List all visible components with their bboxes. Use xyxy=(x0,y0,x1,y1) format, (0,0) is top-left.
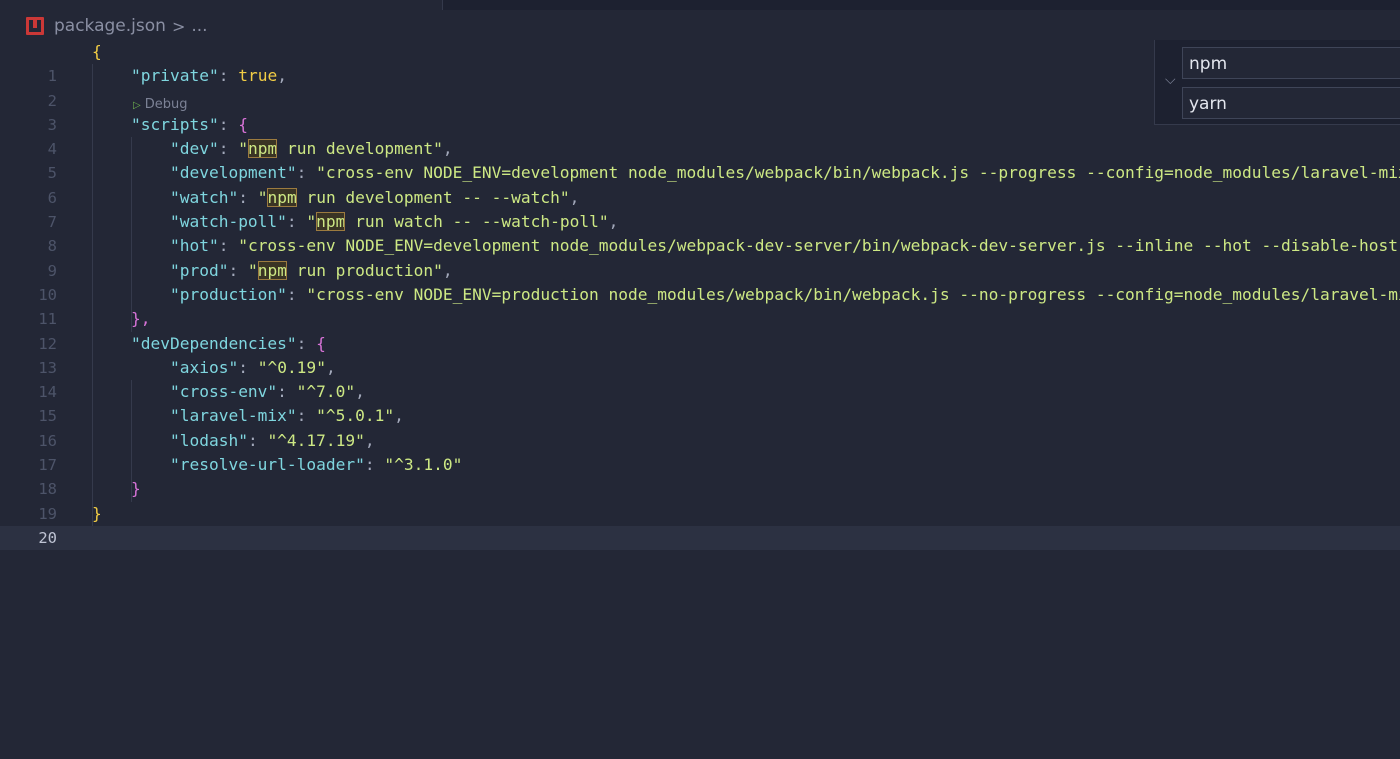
code-line: 16 "lodash": "^4.17.19", xyxy=(0,429,1400,453)
line-content: { xyxy=(92,42,102,61)
tab-strip xyxy=(0,0,1400,10)
line-number: 8 xyxy=(47,237,57,256)
line-number: 15 xyxy=(38,407,57,426)
debug-label: Debug xyxy=(144,96,188,112)
code-line: 9 "prod": "npm run production", xyxy=(0,259,1400,283)
line-number: 9 xyxy=(47,261,57,280)
line-content: "watch": "npm run development -- --watch… xyxy=(169,187,580,207)
code-line: 7 "watch-poll": "npm run watch -- --watc… xyxy=(0,210,1400,234)
line-content: "hot": "cross-env NODE_ENV=development n… xyxy=(169,236,1400,256)
suggestion-widget: ⌵ npm yarn xyxy=(1154,40,1400,125)
chevron-right-icon: > xyxy=(171,16,186,36)
breadcrumb: package.json > ... xyxy=(0,12,1400,40)
play-icon: ▷ xyxy=(133,99,141,111)
code-line: 15 "laravel-mix": "^5.0.1", xyxy=(0,404,1400,428)
breadcrumb-file[interactable]: package.json xyxy=(54,16,166,36)
line-number: 6 xyxy=(47,188,57,207)
line-number: 14 xyxy=(38,383,57,402)
line-content: "lodash": "^4.17.19", xyxy=(169,430,375,450)
code-line: 11 }, xyxy=(0,307,1400,331)
line-number: 17 xyxy=(38,456,57,475)
line-number: 11 xyxy=(38,310,57,329)
line-number: 7 xyxy=(47,213,57,232)
line-content: "development": "cross-env NODE_ENV=devel… xyxy=(169,163,1400,183)
chevron-down-icon[interactable]: ⌵ xyxy=(1165,72,1176,88)
line-content: "watch-poll": "npm run watch -- --watch-… xyxy=(169,212,619,232)
line-number: 10 xyxy=(38,285,57,304)
line-content: "prod": "npm run production", xyxy=(169,260,453,280)
code-line: 10 "production": "cross-env NODE_ENV=pro… xyxy=(0,283,1400,307)
line-content: "resolve-url-loader": "^3.1.0" xyxy=(169,455,463,475)
line-content: "production": "cross-env NODE_ENV=produc… xyxy=(169,284,1400,304)
line-content: } xyxy=(92,503,102,523)
line-content: "scripts": { xyxy=(130,114,248,134)
tab-package-json[interactable] xyxy=(0,0,443,10)
code-line: 19} xyxy=(0,502,1400,526)
line-content: "private": true, xyxy=(130,66,287,86)
line-number: 20 xyxy=(38,528,57,547)
code-editor[interactable]: 1 { 2 "private": true, ▷ Debug 3 "scripts… xyxy=(0,40,1400,759)
code-line: 12 "devDependencies": { xyxy=(0,332,1400,356)
code-line: 18 } xyxy=(0,477,1400,501)
code-line: 13 "axios": "^0.19", xyxy=(0,356,1400,380)
breadcrumb-more[interactable]: ... xyxy=(191,16,207,36)
line-content: }, xyxy=(130,309,151,329)
code-line: 8 "hot": "cross-env NODE_ENV=development… xyxy=(0,234,1400,258)
code-line: 14 "cross-env": "^7.0", xyxy=(0,380,1400,404)
code-line: 5 "development": "cross-env NODE_ENV=dev… xyxy=(0,161,1400,185)
code-line: 6 "watch": "npm run development -- --wat… xyxy=(0,186,1400,210)
line-content: "axios": "^0.19", xyxy=(169,357,336,377)
line-number: 4 xyxy=(47,140,57,159)
line-number: 12 xyxy=(38,334,57,353)
code-line-current: 20 xyxy=(0,525,1400,551)
suggestion-option-npm[interactable]: npm xyxy=(1182,47,1400,79)
line-number: 19 xyxy=(38,504,57,523)
code-line: 4 "dev": "npm run development", xyxy=(0,137,1400,161)
line-number: 16 xyxy=(38,431,57,450)
line-number: 3 xyxy=(47,115,57,134)
suggestion-option-yarn[interactable]: yarn xyxy=(1182,87,1400,119)
npm-icon xyxy=(26,17,44,35)
line-content: } xyxy=(130,479,141,499)
line-content: "devDependencies": { xyxy=(130,333,326,353)
line-content: "laravel-mix": "^5.0.1", xyxy=(169,406,404,426)
line-number: 5 xyxy=(47,164,57,183)
line-content: "dev": "npm run development", xyxy=(169,139,453,159)
code-line: 17 "resolve-url-loader": "^3.1.0" xyxy=(0,453,1400,477)
line-content: "cross-env": "^7.0", xyxy=(169,382,365,402)
line-number: 13 xyxy=(38,358,57,377)
line-number: 18 xyxy=(38,480,57,499)
